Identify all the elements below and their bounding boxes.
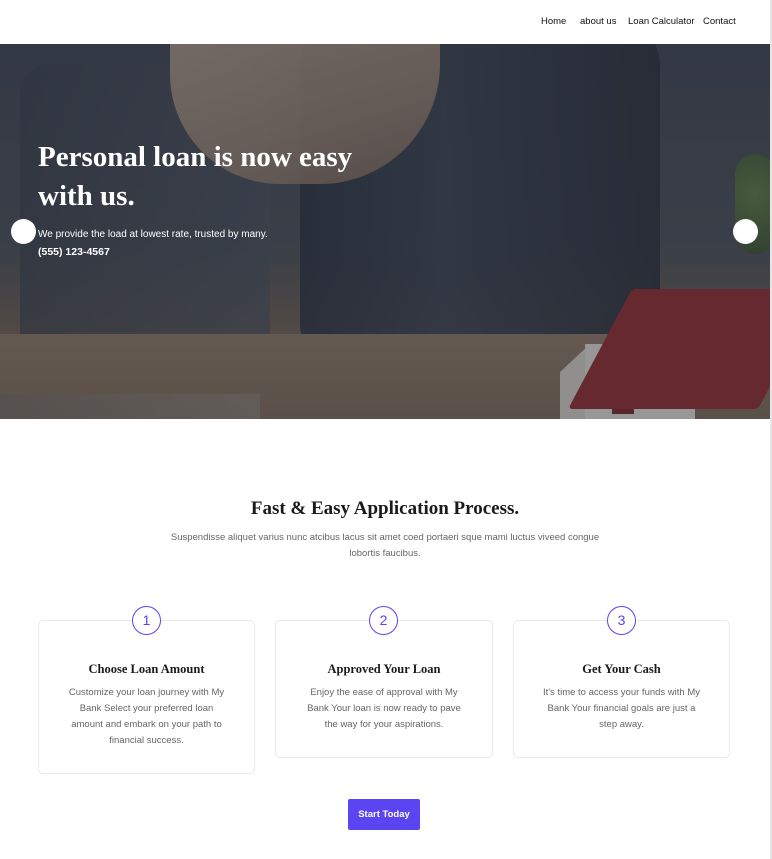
step-card-text: Customize your loan journey with My Bank… (68, 687, 225, 746)
step-card-title: Choose Loan Amount (88, 662, 205, 676)
hero-phone: (555) 123-4567 (38, 246, 110, 258)
step-card-text: Enjoy the ease of approval with My Bank … (307, 687, 461, 730)
step-card-3: Get Your Cash It's time to access your f… (513, 620, 730, 758)
circle-prev-arrow-icon[interactable] (11, 219, 36, 244)
process-description: Suspendisse aliquet varius nunc atcibus … (170, 532, 600, 559)
start-today-button[interactable]: Start Today (348, 799, 420, 830)
step-card-1: Choose Loan Amount Customize your loan j… (38, 620, 255, 774)
circle-next-arrow-icon[interactable] (733, 219, 758, 244)
process-title: Fast & Easy Application Process. (250, 498, 520, 519)
top-navbar: Home about us Loan Calculator Contact (0, 0, 770, 44)
nav-about-link[interactable]: about us (580, 16, 616, 27)
step-number-badge: 1 (132, 606, 161, 635)
step-card-text: It's time to access your funds with My B… (542, 687, 701, 730)
step-card-title: Get Your Cash (582, 662, 661, 676)
nav-home-link[interactable]: Home (541, 16, 566, 27)
nav-loan-calculator-link[interactable]: Loan Calculator (628, 16, 695, 27)
step-card-title: Approved Your Loan (327, 662, 441, 676)
hero-subtitle: We provide the load at lowest rate, trus… (38, 229, 268, 240)
hero-title: Personal loan is now easy with us. (38, 141, 353, 212)
nav-contact-link[interactable]: Contact (703, 16, 736, 27)
step-number-badge: 2 (369, 606, 398, 635)
step-card-2: Approved Your Loan Enjoy the ease of app… (275, 620, 493, 758)
step-number-badge: 3 (607, 606, 636, 635)
